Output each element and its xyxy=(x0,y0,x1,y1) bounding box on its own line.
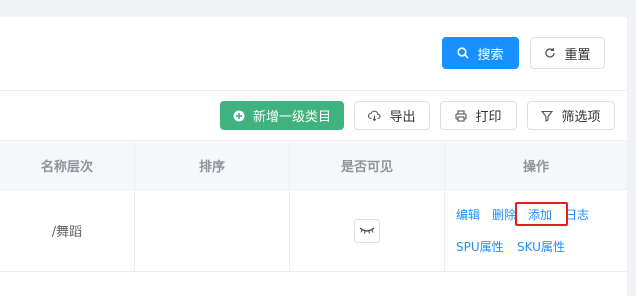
cell-name: /舞蹈 xyxy=(0,190,135,271)
add-category-label: 新增一级类目 xyxy=(252,110,331,125)
cell-sort xyxy=(135,190,290,271)
printer-icon xyxy=(455,109,468,122)
cell-visible xyxy=(290,190,445,271)
eye-closed-icon xyxy=(359,223,375,238)
category-table: 名称层次 排序 是否可见 操作 /舞蹈 编辑 删除 添加 日志 SPU属性 SK… xyxy=(0,140,627,272)
export-button[interactable]: 导出 xyxy=(354,101,430,130)
log-link[interactable]: 日志 xyxy=(565,206,589,223)
spu-attributes-link[interactable]: SPU属性 xyxy=(456,238,504,255)
page: 搜索 重置 新增一级类目 导出 打印 筛选项 名称层次 排序 是否可见 操作 /… xyxy=(0,0,636,296)
header-sort: 排序 xyxy=(135,141,290,189)
header-visible: 是否可见 xyxy=(290,141,445,189)
table-header: 名称层次 排序 是否可见 操作 xyxy=(0,140,627,190)
print-button[interactable]: 打印 xyxy=(440,101,517,130)
header-actions: 操作 xyxy=(522,159,549,175)
refresh-icon xyxy=(544,47,556,59)
search-button[interactable]: 搜索 xyxy=(442,37,519,69)
delete-link[interactable]: 删除 xyxy=(492,206,516,223)
cell-actions: 编辑 删除 添加 日志 SPU属性 SKU属性 xyxy=(445,190,627,271)
filter-button[interactable]: 筛选项 xyxy=(527,101,615,130)
print-label: 打印 xyxy=(475,110,502,125)
cloud-download-icon xyxy=(368,110,382,121)
search-panel: 搜索 重置 xyxy=(0,17,627,90)
reset-button-label: 重置 xyxy=(564,47,591,63)
edit-link[interactable]: 编辑 xyxy=(456,206,480,223)
search-button-label: 搜索 xyxy=(477,47,504,63)
filter-icon xyxy=(541,110,554,122)
plus-circle-icon xyxy=(233,110,245,122)
reset-button[interactable]: 重置 xyxy=(530,37,605,69)
add-category-button[interactable]: 新增一级类目 xyxy=(220,101,344,130)
visibility-toggle[interactable] xyxy=(354,218,380,243)
export-label: 导出 xyxy=(389,110,416,125)
highlight-box xyxy=(515,202,568,226)
table-row: /舞蹈 编辑 删除 添加 日志 SPU属性 SKU属性 xyxy=(0,190,627,272)
action-links: 编辑 删除 添加 日志 SPU属性 SKU属性 xyxy=(445,190,627,271)
filter-label: 筛选项 xyxy=(561,110,601,125)
sku-attributes-link[interactable]: SKU属性 xyxy=(517,238,565,255)
search-icon xyxy=(457,47,470,59)
header-name-level: 名称层次 xyxy=(0,141,135,189)
